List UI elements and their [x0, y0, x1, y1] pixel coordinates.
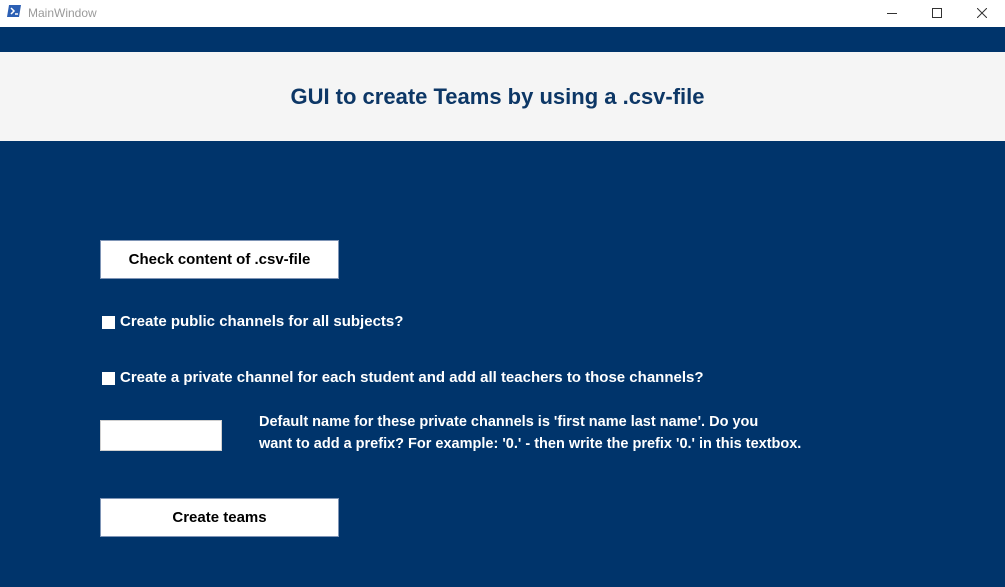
powershell-icon — [7, 5, 21, 17]
public-channels-label[interactable]: Create public channels for all subjects? — [120, 313, 403, 330]
create-teams-button[interactable]: Create teams — [100, 498, 339, 537]
public-channels-checkbox[interactable] — [102, 316, 115, 329]
maximize-icon — [932, 8, 942, 18]
page-title: GUI to create Teams by using a .csv-file — [290, 84, 705, 109]
title-bar: MainWindow — [0, 0, 1005, 26]
close-button[interactable] — [959, 0, 1005, 26]
prefix-hint-line1: Default name for these private channels … — [259, 414, 759, 430]
close-icon — [977, 8, 987, 18]
prefix-hint-line2: want to add a prefix? For example: '0.' … — [259, 436, 802, 452]
window-title: MainWindow — [28, 6, 97, 20]
private-channels-checkbox[interactable] — [102, 372, 115, 385]
check-csv-button[interactable]: Check content of .csv-file — [100, 240, 339, 279]
minimize-button[interactable] — [869, 0, 915, 26]
prefix-input[interactable] — [100, 420, 222, 451]
private-channels-label[interactable]: Create a private channel for each studen… — [120, 369, 704, 386]
minimize-icon — [887, 13, 897, 14]
maximize-button[interactable] — [914, 0, 960, 26]
